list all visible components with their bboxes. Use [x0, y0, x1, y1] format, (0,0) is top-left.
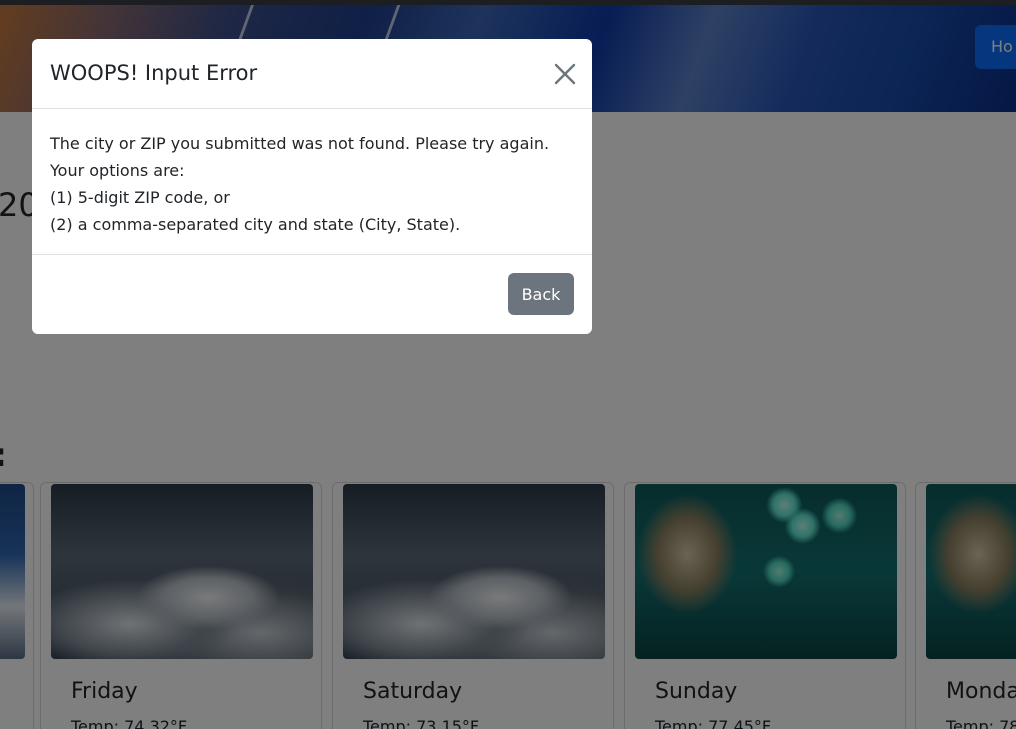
modal-body: The city or ZIP you submitted was not fo… — [32, 109, 592, 255]
close-icon[interactable] — [550, 59, 580, 89]
option-zip: (1) 5-digit ZIP code, or — [50, 188, 230, 207]
error-message: The city or ZIP you submitted was not fo… — [50, 134, 550, 153]
modal-title: WOOPS! Input Error — [50, 61, 258, 85]
error-modal: WOOPS! Input Error The city or ZIP you s… — [32, 39, 592, 334]
close-icon-glyph — [554, 63, 576, 85]
back-button[interactable]: Back — [508, 273, 574, 315]
modal-header: WOOPS! Input Error — [32, 39, 592, 109]
option-city-state: (2) a comma-separated city and state (Ci… — [50, 215, 461, 234]
options-heading: Your options are: — [50, 161, 185, 180]
page: Ho 20 : Friday Temp: 74.32°F Saturday Te… — [0, 0, 1016, 729]
